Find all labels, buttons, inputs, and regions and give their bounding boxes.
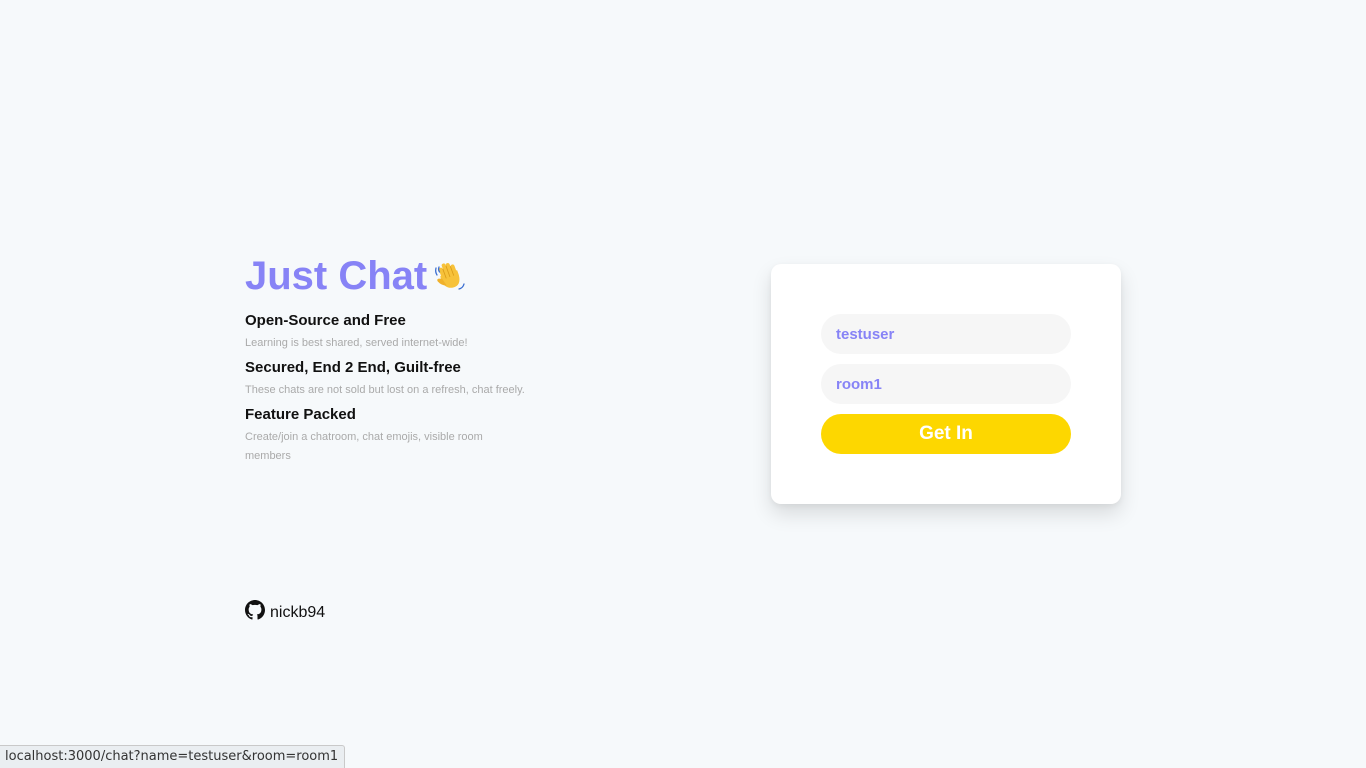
feature-heading: Secured, End 2 End, Guilt-free <box>245 359 461 376</box>
room-input[interactable] <box>821 364 1071 404</box>
feature-heading: Feature Packed <box>245 406 356 423</box>
name-input[interactable] <box>821 314 1071 354</box>
get-in-button[interactable]: Get In <box>821 414 1071 454</box>
github-icon <box>245 600 265 620</box>
feature-description: These chats are not sold but lost on a r… <box>245 384 525 396</box>
feature-description: Create/join a chatroom, chat emojis, vis… <box>245 431 483 462</box>
feature-heading: Open-Source and Free <box>245 312 406 329</box>
status-bar-url: localhost:3000/chat?name=testuser&room=r… <box>0 745 346 768</box>
feature-packed: Feature Packed Create/join a chatroom, c… <box>245 405 525 466</box>
github-link[interactable]: nickb94 <box>245 598 325 622</box>
join-form-card: Get In <box>771 264 1121 504</box>
feature-open-source: Open-Source and Free Learning is best sh… <box>245 311 468 353</box>
landing-page: Just Chat Open-Source and Free Learning … <box>0 0 1366 768</box>
waving-hand-icon <box>433 259 467 293</box>
hero-section: Just Chat Open-Source and Free Learning … <box>245 252 535 462</box>
title-row: Just Chat <box>245 252 535 300</box>
github-username: nickb94 <box>270 604 326 621</box>
feature-secured: Secured, End 2 End, Guilt-free These cha… <box>245 358 525 400</box>
app-title: Just Chat <box>245 254 428 298</box>
feature-description: Learning is best shared, served internet… <box>245 337 468 349</box>
